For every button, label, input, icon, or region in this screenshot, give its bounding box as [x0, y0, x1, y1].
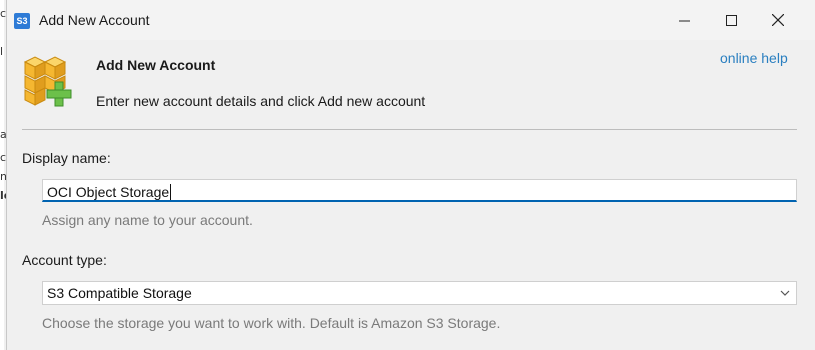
boxes-add-icon [23, 56, 72, 107]
header-subtitle: Enter new account details and click Add … [96, 93, 426, 109]
background-char: l [0, 45, 4, 58]
header-divider [22, 129, 797, 130]
minimize-icon [678, 20, 690, 21]
display-name-hint: Assign any name to your account. [42, 212, 253, 228]
online-help-link[interactable]: online help [720, 50, 788, 66]
account-type-hint: Choose the storage you want to work with… [42, 315, 501, 331]
header-title: Add New Account [96, 57, 216, 73]
text-caret [170, 183, 172, 200]
app-icon: S3 [14, 13, 30, 29]
account-type-value: S3 Compatible Storage [47, 285, 192, 301]
display-name-value: OCI Object Storage [47, 183, 170, 200]
maximize-button[interactable] [708, 0, 754, 40]
maximize-icon [725, 14, 737, 26]
account-type-label: Account type: [22, 252, 107, 268]
title-bar: S3 Add New Account [7, 0, 815, 40]
window-title: Add New Account [39, 12, 150, 28]
display-name-input[interactable]: OCI Object Storage [42, 179, 797, 202]
close-button[interactable] [755, 0, 801, 40]
account-type-select[interactable]: S3 Compatible Storage [42, 281, 797, 305]
close-icon [772, 14, 784, 26]
display-name-label: Display name: [22, 150, 111, 166]
chevron-down-icon [780, 290, 790, 296]
add-account-dialog: S3 Add New Account Add New Account Enter… [6, 0, 815, 350]
minimize-button[interactable] [661, 0, 707, 40]
